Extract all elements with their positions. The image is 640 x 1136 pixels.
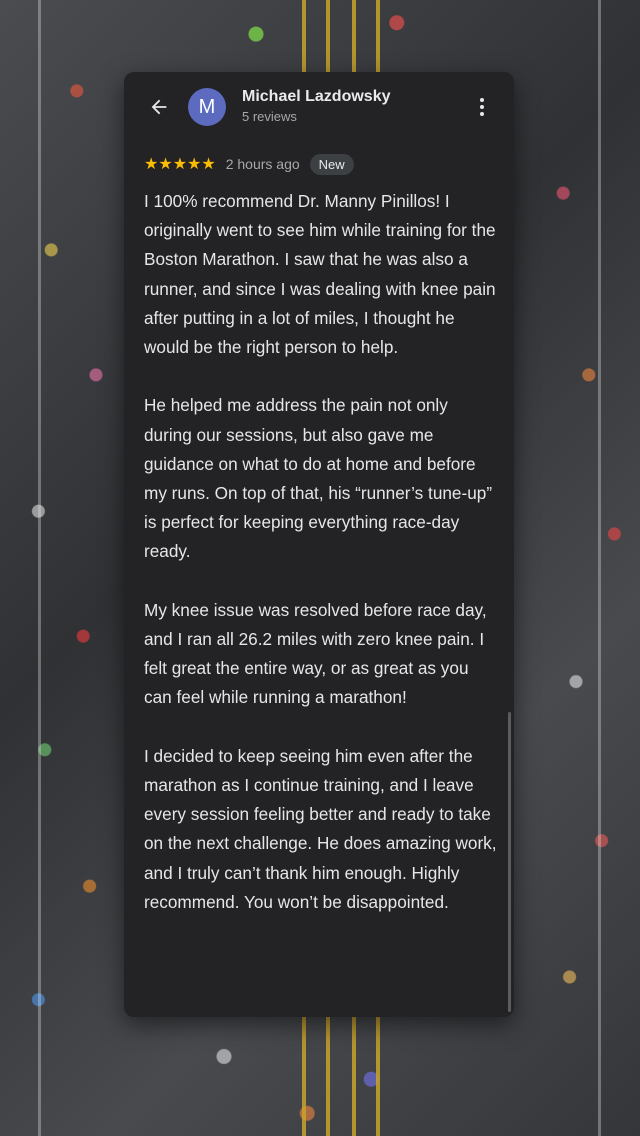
reviewer-name[interactable]: Michael Lazdowsky — [242, 88, 391, 106]
rating-row: ★★★★★ 2 hours ago New — [144, 152, 354, 176]
star-rating-icon: ★★★★★ — [144, 156, 216, 173]
back-button[interactable] — [144, 92, 174, 122]
avatar[interactable]: M — [188, 88, 226, 126]
review-paragraph: I decided to keep seeing him even after … — [144, 745, 497, 912]
review-paragraph: I 100% recommend Dr. Manny Pinillos! I o… — [144, 191, 496, 358]
more-vert-icon — [480, 112, 484, 116]
back-arrow-icon — [151, 99, 167, 115]
review-header: M Michael Lazdowsky 5 reviews — [124, 72, 514, 140]
review-paragraph: He helped me address the pain not only d… — [144, 395, 493, 562]
more-vert-icon — [480, 105, 484, 109]
review-time: 2 hours ago — [225, 156, 300, 172]
reviewer-review-count: 5 reviews — [242, 109, 297, 124]
road-edge-line — [38, 0, 41, 1136]
review-text: I 100% recommend Dr. Manny Pinillos! I o… — [144, 187, 498, 917]
review-paragraph: My knee issue was resolved before race d… — [144, 599, 487, 708]
scrollbar[interactable] — [508, 712, 511, 1012]
review-card: M Michael Lazdowsky 5 reviews ★★★★★ 2 ho… — [124, 72, 514, 1017]
new-badge: New — [309, 153, 354, 175]
more-vert-icon — [480, 98, 484, 102]
more-options-button[interactable] — [472, 92, 492, 122]
road-edge-line — [598, 0, 601, 1136]
